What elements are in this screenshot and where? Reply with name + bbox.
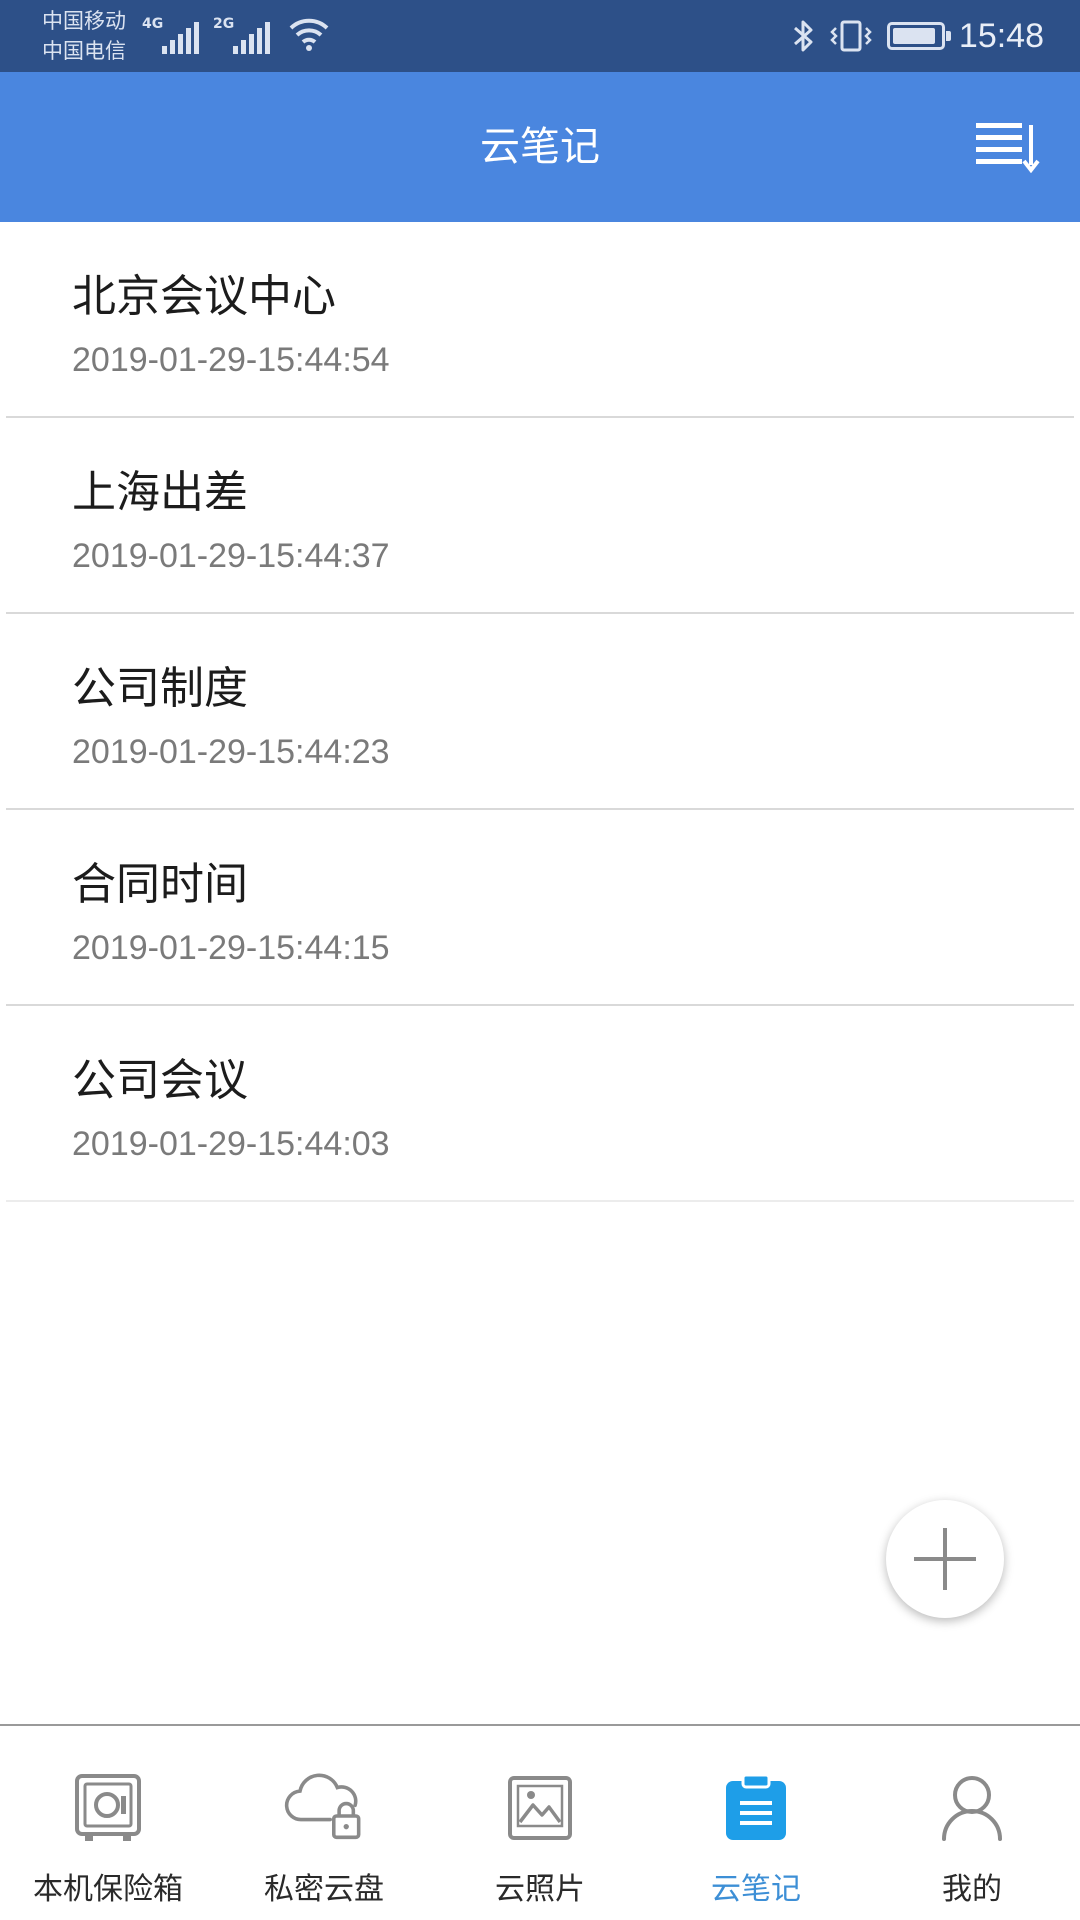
safe-icon bbox=[75, 1774, 141, 1841]
note-item[interactable]: 公司制度 2019-01-29-15:44:23 bbox=[6, 614, 1074, 810]
nav-label: 云照片 bbox=[495, 1872, 585, 1907]
note-timestamp: 2019-01-29-15:44:23 bbox=[72, 733, 390, 771]
status-right: 15:48 bbox=[791, 10, 1044, 62]
status-bar: 中国移动 中国电信 4G 2G 15:48 bbox=[0, 0, 1080, 72]
nav-item-cloud-drive[interactable]: 私密云盘 bbox=[216, 1726, 432, 1920]
wifi-icon bbox=[289, 18, 329, 51]
carrier-2-label: 中国电信 bbox=[42, 39, 126, 63]
signal-indicators: 4G 2G bbox=[142, 14, 330, 54]
carrier-info: 中国移动 中国电信 bbox=[42, 6, 126, 66]
signal-icon: 4G bbox=[142, 14, 199, 54]
bluetooth-icon bbox=[793, 20, 813, 52]
user-icon bbox=[942, 1776, 1002, 1841]
note-title: 公司会议 bbox=[72, 1055, 248, 1106]
network-type-1: 4G bbox=[142, 16, 164, 32]
notes-icon bbox=[726, 1773, 786, 1840]
add-note-button[interactable] bbox=[886, 1500, 1004, 1618]
page-title: 云笔记 bbox=[480, 124, 600, 170]
sort-button[interactable] bbox=[974, 117, 1040, 177]
network-type-2: 2G bbox=[213, 16, 235, 32]
note-item[interactable]: 合同时间 2019-01-29-15:44:15 bbox=[6, 810, 1074, 1006]
note-item[interactable]: 上海出差 2019-01-29-15:44:37 bbox=[6, 418, 1074, 614]
carrier-1-label: 中国移动 bbox=[42, 9, 126, 33]
note-timestamp: 2019-01-29-15:44:03 bbox=[72, 1125, 390, 1163]
nav-item-safe[interactable]: 本机保险箱 bbox=[0, 1726, 216, 1920]
app-header: 云笔记 bbox=[0, 72, 1080, 222]
note-title: 上海出差 bbox=[72, 467, 248, 518]
bottom-nav: 本机保险箱 私密云盘 云照片 云笔记 我的 bbox=[0, 1724, 1080, 1920]
note-timestamp: 2019-01-29-15:44:37 bbox=[72, 537, 390, 575]
nav-label: 私密云盘 bbox=[264, 1872, 384, 1907]
status-time: 15:48 bbox=[958, 16, 1044, 55]
nav-label: 我的 bbox=[942, 1872, 1002, 1907]
nav-item-notes[interactable]: 云笔记 bbox=[648, 1726, 864, 1920]
vibrate-icon bbox=[830, 20, 872, 52]
signal-icon-2: 2G bbox=[213, 14, 270, 54]
note-list: 北京会议中心 2019-01-29-15:44:54 上海出差 2019-01-… bbox=[0, 222, 1080, 1202]
cloud-lock-icon bbox=[284, 1773, 361, 1840]
battery-icon bbox=[886, 22, 951, 50]
note-timestamp: 2019-01-29-15:44:54 bbox=[72, 341, 390, 379]
nav-label: 本机保险箱 bbox=[33, 1872, 183, 1907]
photo-icon bbox=[508, 1776, 572, 1840]
note-title: 公司制度 bbox=[72, 663, 248, 714]
note-item[interactable]: 北京会议中心 2019-01-29-15:44:54 bbox=[6, 222, 1074, 418]
note-item[interactable]: 公司会议 2019-01-29-15:44:03 bbox=[6, 1006, 1074, 1202]
plus-icon bbox=[914, 1528, 976, 1590]
nav-label: 云笔记 bbox=[711, 1872, 801, 1907]
sort-list-icon bbox=[976, 123, 1040, 173]
nav-item-mine[interactable]: 我的 bbox=[864, 1726, 1080, 1920]
note-timestamp: 2019-01-29-15:44:15 bbox=[72, 929, 390, 967]
note-title: 合同时间 bbox=[72, 859, 248, 910]
note-title: 北京会议中心 bbox=[72, 271, 336, 322]
nav-item-photos[interactable]: 云照片 bbox=[432, 1726, 648, 1920]
